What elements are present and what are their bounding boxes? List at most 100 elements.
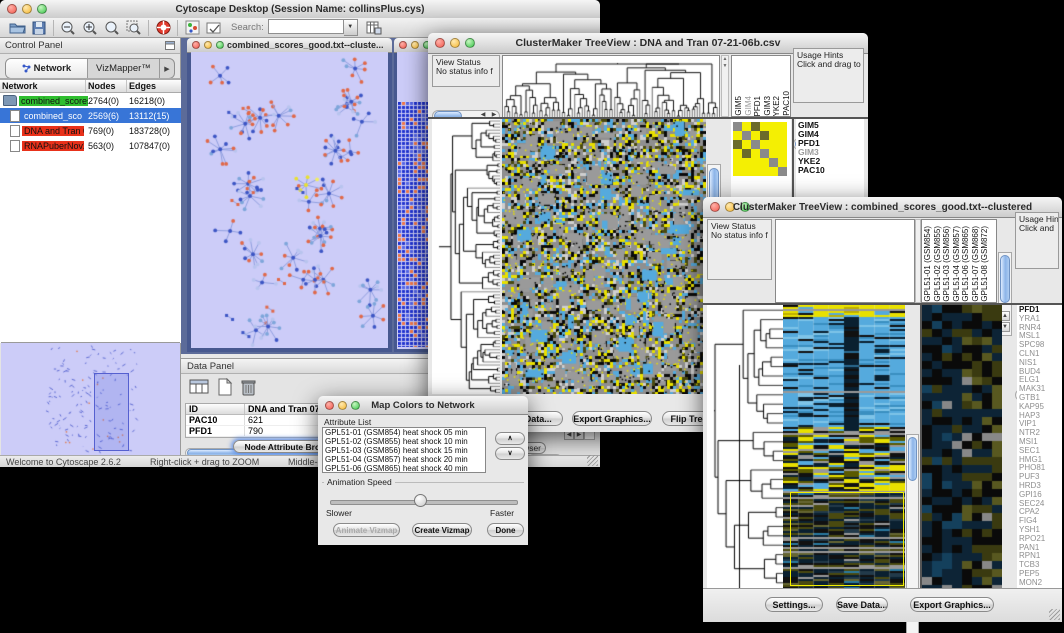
resize-grip[interactable] (587, 455, 598, 466)
zoom-selected-icon[interactable] (123, 19, 145, 37)
treeview2-titlebar[interactable]: ClusterMaker TreeView : combined_scores_… (703, 197, 1062, 218)
tv1-export-graphics-button[interactable]: Export Graphics... (572, 411, 652, 426)
tab-network[interactable]: Network (6, 59, 88, 78)
attribute-item[interactable]: GPL51-02 (GSM855) heat shock 10 min (323, 437, 485, 446)
matrix-cell[interactable] (778, 122, 787, 131)
attribute-item[interactable]: GPL51-01 (GSM854) heat shock 05 min (323, 428, 485, 437)
matrix-cell[interactable] (751, 122, 760, 131)
matrix-cell[interactable] (733, 167, 742, 176)
overview-viewport-rect[interactable] (94, 373, 129, 451)
dialog-titlebar[interactable]: Map Colors to Network (318, 396, 528, 415)
matrix-cell[interactable] (733, 140, 742, 149)
tv1-heatmap[interactable] (502, 119, 706, 394)
tv2-row-dendrogram[interactable] (707, 305, 783, 588)
matrix-cell[interactable] (760, 149, 769, 158)
zoom-fit-icon[interactable] (101, 19, 123, 37)
gene-label[interactable]: MON2 (1017, 579, 1062, 588)
animate-vizmap-button[interactable]: Animate Vizmap (333, 523, 400, 537)
network-row[interactable]: RNAPuberNov2+563(0)107847(0) (0, 138, 181, 153)
zoom-in-icon[interactable] (79, 19, 101, 37)
float-panel-icon[interactable] (165, 37, 175, 55)
matrix-cell[interactable] (769, 167, 778, 176)
matrix-cell[interactable] (751, 140, 760, 149)
matrix-cell[interactable] (760, 131, 769, 140)
attribute-item[interactable]: GPL51-04 (GSM857) heat shock 20 min (323, 455, 485, 464)
matrix-cell[interactable] (742, 122, 751, 131)
attribute-item[interactable]: GPL51-03 (GSM856) heat shock 15 min (323, 446, 485, 455)
matrix-cell[interactable] (769, 140, 778, 149)
tv2-export-graphics-button[interactable]: Export Graphics... (910, 597, 994, 612)
matrix-cell[interactable] (769, 122, 778, 131)
matrix-cell[interactable] (778, 167, 787, 176)
matrix-cell[interactable] (778, 149, 787, 158)
matrix-cell[interactable] (760, 167, 769, 176)
matrix-cell[interactable] (751, 158, 760, 167)
tv1-tiny-scroll-strip[interactable]: ▲▼ (721, 55, 729, 117)
tv2-selection-rect[interactable] (790, 492, 904, 586)
vizmap-icon[interactable] (181, 19, 203, 37)
matrix-cell[interactable] (733, 149, 742, 158)
matrix-cell[interactable] (742, 131, 751, 140)
help-lifesaver-icon[interactable] (152, 19, 174, 37)
move-down-button[interactable]: ∨ (495, 447, 525, 460)
tv2-column-dendrogram-area[interactable] (775, 219, 915, 303)
tv2-settings-button[interactable]: Settings... (765, 597, 823, 612)
tv1-correlation-matrix[interactable] (733, 122, 787, 176)
delete-attribute-icon[interactable] (241, 378, 256, 401)
matrix-cell[interactable] (742, 140, 751, 149)
tab-vizmapper[interactable]: VizMapper™ (88, 59, 160, 78)
matrix-cell[interactable] (733, 158, 742, 167)
matrix-cell[interactable] (760, 158, 769, 167)
tv1-row-dendrogram[interactable] (432, 119, 500, 394)
network-row[interactable]: DNA and Tran 07769(0)183728(0) (0, 123, 181, 138)
scrollbar-thumb[interactable] (908, 437, 917, 481)
select-attributes-icon[interactable] (189, 378, 209, 401)
matrix-cell[interactable] (733, 131, 742, 140)
network-view-1[interactable] (191, 52, 388, 348)
matrix-cell[interactable] (733, 122, 742, 131)
tv2-save-data-button[interactable]: Save Data... (836, 597, 888, 612)
col-nodes[interactable]: Nodes (86, 80, 127, 92)
matrix-cell[interactable] (769, 158, 778, 167)
scrollbar-thumb[interactable] (1000, 255, 1010, 303)
col-edges[interactable]: Edges (127, 80, 181, 92)
tv2-heatmap-wrap[interactable] (783, 305, 905, 588)
open-file-button[interactable] (6, 19, 28, 37)
annotation-icon[interactable] (203, 19, 225, 37)
main-titlebar[interactable]: Cytoscape Desktop (Session Name: collins… (0, 0, 600, 19)
col-network[interactable]: Network (0, 80, 86, 92)
network-window-1-titlebar[interactable]: combined_scores_good.txt--cluste... (187, 38, 392, 53)
matrix-cell[interactable] (760, 122, 769, 131)
matrix-cell[interactable] (751, 131, 760, 140)
minimize-button[interactable] (411, 41, 419, 49)
matrix-cell[interactable] (778, 158, 787, 167)
matrix-cell[interactable] (751, 149, 760, 158)
matrix-cell[interactable] (778, 140, 787, 149)
network-overview-panel[interactable] (1, 342, 180, 456)
speed-slider-thumb[interactable] (414, 494, 427, 507)
create-vizmap-button[interactable]: Create Vizmap (412, 523, 472, 537)
search-dropdown-button[interactable]: ▼ (344, 19, 358, 36)
matrix-cell[interactable] (742, 158, 751, 167)
tab-overflow-button[interactable]: ▶ (160, 59, 174, 78)
save-button[interactable] (28, 19, 50, 37)
tv1-column-dendrogram[interactable] (502, 55, 720, 119)
zoom-out-icon[interactable] (57, 19, 79, 37)
matrix-cell[interactable] (742, 167, 751, 176)
attribute-item[interactable]: GPL51-06 (GSM865) heat shock 40 min (323, 464, 485, 473)
matrix-cell[interactable] (760, 140, 769, 149)
matrix-cell[interactable] (769, 131, 778, 140)
resize-grip[interactable] (1049, 609, 1060, 620)
matrix-cell[interactable] (742, 149, 751, 158)
done-button[interactable]: Done (487, 523, 524, 537)
move-up-button[interactable]: ∧ (495, 432, 525, 445)
matrix-cell[interactable] (778, 131, 787, 140)
search-input[interactable] (268, 19, 344, 34)
new-attribute-icon[interactable] (217, 378, 233, 401)
network-row[interactable]: combined_scores2764(0)16218(0) (0, 93, 181, 108)
tv2-zoom-heatmap[interactable] (922, 305, 1002, 588)
network-row[interactable]: combined_sco2569(6)13112(15) (0, 108, 181, 123)
attribute-listbox[interactable]: GPL51-01 (GSM854) heat shock 05 minGPL51… (322, 427, 486, 473)
matrix-cell[interactable] (769, 149, 778, 158)
matrix-cell[interactable] (751, 167, 760, 176)
